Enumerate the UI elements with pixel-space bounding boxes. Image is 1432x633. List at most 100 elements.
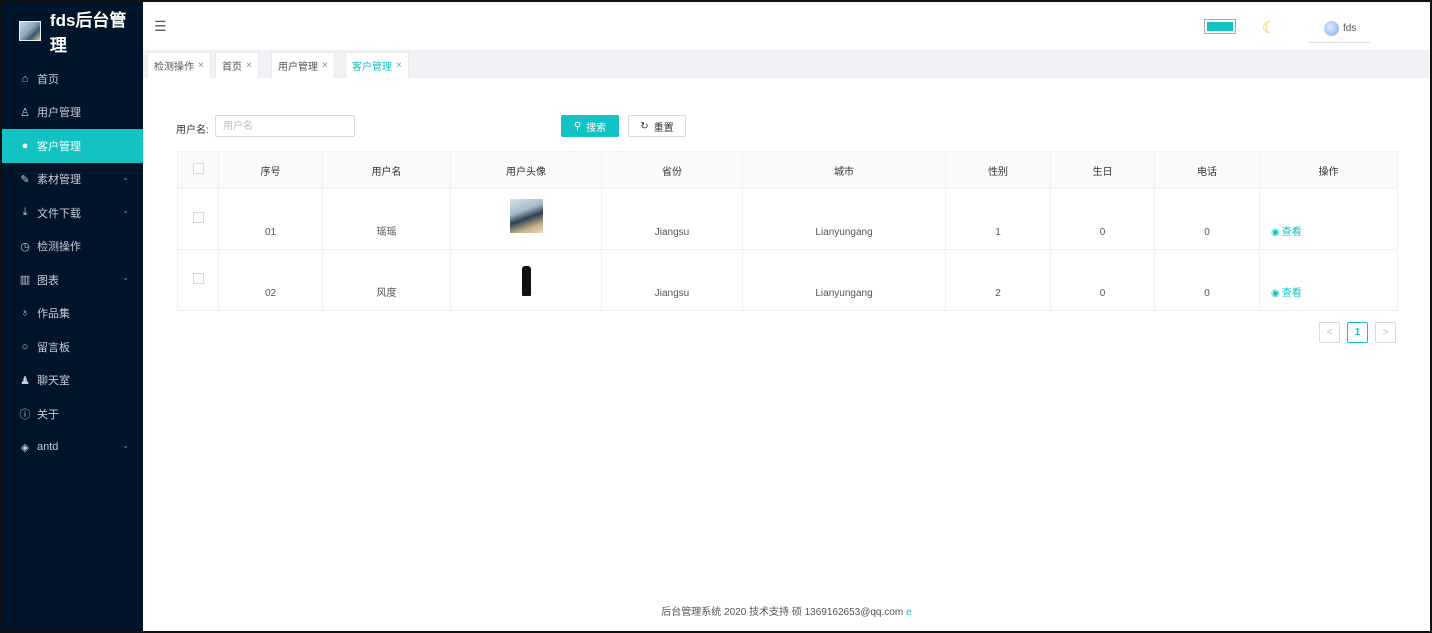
sidebar-item-label: 用户管理 [37,107,81,120]
app-window: fds后台管理 ⌂ 首页 ♙ 用户管理 ● 客户管理 ✎ 素材管理 ⌄ ⤓ 文件… [0,0,1432,633]
avatar [1324,21,1339,36]
column-header: 序号 [218,151,323,189]
cell-birthday: 0 [1050,249,1155,311]
close-icon[interactable]: × [322,60,328,71]
sidebar-item-label: 图表 [37,274,59,287]
theme-color-button[interactable] [1204,19,1236,34]
sidebar-item-label: 首页 [37,73,59,86]
select-all-cell [177,151,219,189]
eye-icon: ◉ [1271,288,1280,299]
user-menu[interactable]: fds [1308,15,1370,43]
search-button[interactable]: ⚲ 搜索 [561,115,619,137]
next-page-button[interactable]: > [1375,322,1396,343]
row-checkbox[interactable] [192,273,204,284]
top-header: ☰ ☾ fds [143,2,1430,50]
bulb-icon: ♁ [20,307,30,320]
ie-icon: e [906,607,912,618]
theme-color-swatch [1207,22,1233,31]
tab-label: 客户管理 [352,62,392,73]
cell-gender: 1 [945,188,1051,250]
customer-table: 序号 用户名 用户头像 省份 城市 性别 生日 电话 操作 01 瑶瑶 Jian… [177,151,1398,311]
column-header: 电话 [1154,151,1260,189]
table-header-row: 序号 用户名 用户头像 省份 城市 性别 生日 电话 操作 [177,151,1398,189]
sidebar-item-file-download[interactable]: ⤓ 文件下载 ⌄ [2,196,143,230]
prev-page-button[interactable]: < [1319,322,1340,343]
table-row: 02 风度 Jiangsu Lianyungang 2 0 0 ◉ 查看 [177,249,1398,311]
close-icon[interactable]: × [246,60,252,71]
sidebar-item-customer-management[interactable]: ● 客户管理 [2,129,143,163]
sidebar-item-about[interactable]: ⓘ 关于 [2,397,143,431]
sidebar-item-antd[interactable]: ◈ antd ⌄ [2,431,143,465]
cell-username: 风度 [322,249,451,311]
clock-icon: ◷ [20,240,30,253]
chat-icon: ♟ [20,374,30,387]
table-row: 01 瑶瑶 Jiangsu Lianyungang 1 0 0 ◉ 查看 [177,188,1398,250]
tab-user-management[interactable]: 用户管理 × [271,52,335,78]
select-all-checkbox[interactable] [192,163,204,174]
message-icon: ○ [21,340,29,353]
logo-image [19,21,41,41]
cell-city: Lianyungang [742,188,946,250]
view-link[interactable]: ◉ 查看 [1259,249,1398,311]
info-icon: ⓘ [19,408,31,421]
cell-avatar [450,188,602,250]
search-icon: ⚲ [573,120,582,132]
close-icon[interactable]: × [198,60,204,71]
cell-phone: 0 [1154,188,1260,250]
row-select-cell [177,188,219,250]
chevron-down-icon: ⌄ [122,172,129,182]
tab-customer-management[interactable]: 客户管理 × [345,52,409,78]
user-avatar-image [511,260,541,296]
cell-province: Jiangsu [601,188,743,250]
sidebar-item-label: 文件下载 [37,207,81,220]
user-icon: ♙ [20,106,30,119]
row-checkbox[interactable] [192,212,204,223]
chevron-down-icon: ⌄ [122,206,129,215]
sidebar-item-label: 作品集 [37,308,70,321]
cell-avatar [450,249,602,311]
sidebar-item-user-management[interactable]: ♙ 用户管理 [2,96,143,130]
reset-button[interactable]: ↻ 重置 [628,115,686,137]
tab-detection[interactable]: 检测操作 × [147,52,211,78]
username-search-input[interactable] [215,115,355,137]
page-button-current[interactable]: 1 [1347,322,1368,343]
view-link-label: 查看 [1281,227,1302,238]
chevron-down-icon: ⌄ [122,440,129,450]
sidebar-item-chat-room[interactable]: ♟ 聊天室 [2,364,143,398]
sidebar-item-home[interactable]: ⌂ 首页 [2,62,143,96]
download-icon: ⤓ [22,206,28,219]
sidebar-item-label: 聊天室 [37,375,70,388]
column-header: 省份 [601,151,743,189]
cell-gender: 2 [945,249,1051,311]
view-link[interactable]: ◉ 查看 [1259,188,1398,250]
sidebar-item-material-management[interactable]: ✎ 素材管理 ⌄ [2,163,143,197]
close-icon[interactable]: × [396,60,402,71]
sidebar-item-detection[interactable]: ◷ 检测操作 [2,230,143,264]
edit-icon: ✎ [20,173,30,186]
column-header: 用户头像 [450,151,602,189]
row-select-cell [177,249,219,311]
cell-city: Lianyungang [742,249,946,311]
logo[interactable]: fds后台管理 [2,2,143,60]
sidebar-menu: ⌂ 首页 ♙ 用户管理 ● 客户管理 ✎ 素材管理 ⌄ ⤓ 文件下载 ⌄ ◷ 检… [2,62,143,464]
cell-province: Jiangsu [601,249,743,311]
tab-home[interactable]: 首页 × [215,52,259,78]
antd-icon: ◈ [20,441,30,454]
cell-phone: 0 [1154,249,1260,311]
column-header: 操作 [1259,151,1398,189]
cell-id: 01 [218,188,323,250]
sidebar-item-message-board[interactable]: ○ 留言板 [2,330,143,364]
sidebar-item-label: 素材管理 [37,174,81,187]
column-header: 城市 [742,151,946,189]
pagination: < 1 > [1319,322,1396,343]
reset-button-label: 重置 [653,122,674,134]
sidebar-item-charts[interactable]: ▥ 图表 ⌄ [2,263,143,297]
avatar-figure [522,266,531,296]
sidebar-item-label: 关于 [37,408,59,421]
tab-label: 用户管理 [278,62,318,73]
bar-chart-icon: ▥ [19,274,31,287]
menu-fold-icon[interactable]: ☰ [154,18,167,35]
moon-icon[interactable]: ☾ [1262,18,1276,38]
cell-username: 瑶瑶 [322,188,451,250]
sidebar-item-portfolio[interactable]: ♁ 作品集 [2,297,143,331]
